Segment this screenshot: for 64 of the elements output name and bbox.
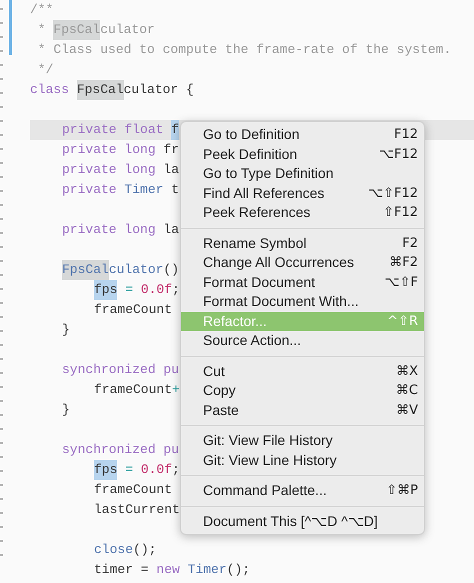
code-token: 0.0f <box>140 281 172 299</box>
menu-item[interactable]: Command Palette... ⇧⌘P <box>181 481 424 500</box>
code-token: /** <box>30 1 54 19</box>
menu-item[interactable]: Source Action... <box>181 331 424 350</box>
menu-item[interactable]: Git: View Line History <box>181 450 424 470</box>
code-token: private long <box>62 141 157 159</box>
code-token: * <box>36 21 47 39</box>
code-token: } <box>62 321 70 339</box>
code-token: new <box>156 561 181 579</box>
menu-item[interactable]: Change All Occurrences ⌘F2 <box>181 253 424 272</box>
code-token: t <box>171 181 180 199</box>
menu-item[interactable]: Rename Symbol F2 <box>181 234 424 253</box>
code-token: la <box>163 221 180 239</box>
code-token: (); <box>133 541 156 559</box>
code-token: private long <box>62 221 157 239</box>
code-token: } <box>62 401 70 419</box>
code-token: private float <box>62 121 164 139</box>
code-token: la <box>163 161 180 179</box>
code-token: = <box>124 281 134 299</box>
menu-item[interactable]: Git: View File History <box>181 431 424 450</box>
code-token: ; <box>172 281 180 299</box>
code-token: () <box>163 261 180 279</box>
change-marker <box>9 0 12 55</box>
code-token: * Class used to compute the frame-rate of the system. <box>36 41 452 59</box>
menu-item[interactable]: Format Document ⌥⇧F <box>181 272 424 292</box>
code-token: */ <box>36 61 54 79</box>
code-token: f <box>171 120 180 140</box>
code-token: + <box>172 381 180 399</box>
menu-item[interactable]: Peek References ⇧F12 <box>181 203 424 222</box>
code-token: synchronized pu <box>62 441 180 459</box>
code-token: private <box>62 181 118 199</box>
code-token: Timer <box>188 561 227 579</box>
code-token: culator <box>108 261 164 279</box>
code-token: frameCount <box>94 301 172 319</box>
code-token: class <box>30 81 70 99</box>
code-token: culator <box>100 21 155 39</box>
code-token: fps <box>94 280 118 300</box>
code-token: = <box>124 461 134 479</box>
code-token: fps <box>94 460 118 480</box>
menu-item[interactable]: Paste ⌘V <box>181 400 424 420</box>
menu-item[interactable]: Copy ⌘C <box>181 381 424 400</box>
code-token: synchronized pu <box>62 361 180 379</box>
menu-item[interactable]: Format Document With... <box>181 292 424 312</box>
menu-item[interactable]: Cut ⌘X <box>181 362 424 381</box>
code-token: 0.0f <box>140 461 172 479</box>
menu-item[interactable]: Find All References ⌥⇧F12 <box>181 184 424 203</box>
code-token: lastCurrent <box>94 501 180 519</box>
code-token: timer = <box>94 561 150 579</box>
code-token: fr <box>163 141 180 159</box>
code-token: culator { <box>124 81 194 99</box>
code-token: Timer <box>124 181 164 199</box>
menu-item[interactable]: Peek Definition ⌥F12 <box>181 144 424 164</box>
code-token: FpsCal <box>76 80 124 100</box>
code-token: frameCount <box>94 381 172 399</box>
code-token: FpsCal <box>62 260 109 280</box>
menu-item[interactable]: Go to Type Definition <box>181 164 424 184</box>
code-token: (); <box>226 561 250 579</box>
code-token: private long <box>62 161 157 179</box>
menu-item[interactable]: Go to Definition F12 <box>181 125 424 144</box>
code-token: frameCount <box>94 481 172 499</box>
code-token: close <box>94 541 134 559</box>
code-token: FpsCal <box>53 20 100 40</box>
menu-item[interactable]: Document This [^⌥D ^⌥D] <box>181 512 424 531</box>
code-token: ; <box>172 461 180 479</box>
